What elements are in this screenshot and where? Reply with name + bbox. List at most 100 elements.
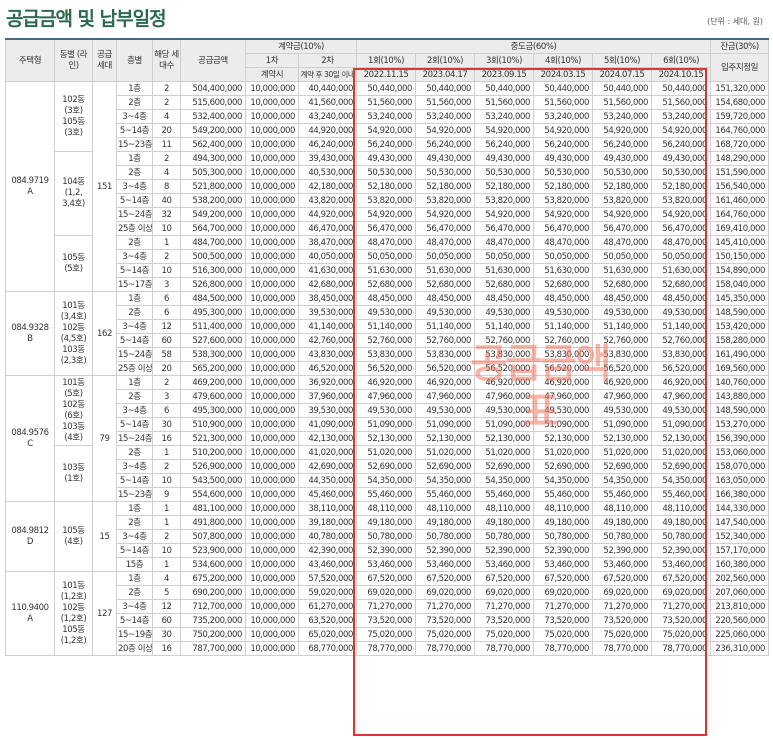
contract-2-cell: 41,630,000	[297, 263, 358, 278]
middle-payment-cell: 52,760,000	[415, 333, 476, 348]
balance-cell: 148,590,000	[710, 305, 770, 320]
supply-units-cell: 162	[92, 291, 117, 376]
contract-1-cell: 10,000,000	[245, 235, 299, 250]
header-dong: 동별 (라인)	[54, 38, 93, 82]
middle-payment-cell: 56,240,000	[356, 137, 417, 152]
middle-payment-cell: 53,460,000	[356, 557, 417, 572]
price-cell: 527,600,000	[180, 333, 246, 348]
units-cell: 60	[152, 333, 181, 348]
middle-payment-cell: 56,520,000	[474, 361, 535, 376]
floor-cell: 5~14층	[116, 333, 153, 348]
unit-type-cell: 084.9328 B	[5, 291, 55, 376]
middle-payment-cell: 46,920,000	[533, 375, 594, 390]
middle-payment-cell: 53,460,000	[651, 557, 712, 572]
units-cell: 2	[152, 249, 181, 264]
middle-payment-cell: 54,920,000	[592, 207, 653, 222]
middle-payment-cell: 53,820,000	[415, 193, 476, 208]
middle-payment-cell: 55,460,000	[651, 487, 712, 502]
header-floor: 층별	[116, 38, 153, 82]
middle-payment-cell: 54,920,000	[356, 123, 417, 138]
middle-payment-cell: 50,050,000	[474, 249, 535, 264]
price-cell: 491,800,000	[180, 515, 246, 530]
units-cell: 60	[152, 613, 181, 628]
contract-1-cell: 10,000,000	[245, 501, 299, 516]
middle-payment-cell: 75,020,000	[356, 627, 417, 642]
contract-2-cell: 63,520,000	[297, 613, 358, 628]
middle-payment-cell: 52,180,000	[533, 179, 594, 194]
contract-2-cell: 45,460,000	[297, 487, 358, 502]
header-contract-2: 2차	[297, 53, 358, 68]
units-cell: 16	[152, 431, 181, 446]
middle-payment-cell: 75,020,000	[415, 627, 476, 642]
units-cell: 6	[152, 305, 181, 320]
units-cell: 9	[152, 487, 181, 502]
middle-payment-cell: 56,470,000	[474, 221, 535, 236]
middle-payment-cell: 52,390,000	[474, 543, 535, 558]
unit-type-cell: 084.9576 C	[5, 375, 55, 502]
contract-1-cell: 10,000,000	[245, 389, 299, 404]
supply-units-cell: 79	[92, 375, 117, 502]
unit-type-cell: 084.9719 A	[5, 81, 55, 292]
units-cell: 6	[152, 403, 181, 418]
floor-cell: 3~4층	[116, 599, 153, 614]
balance-cell: 151,320,000	[710, 81, 770, 96]
floor-cell: 3~4층	[116, 179, 153, 194]
units-cell: 30	[152, 417, 181, 432]
middle-payment-cell: 78,770,000	[533, 641, 594, 656]
middle-payment-cell: 53,240,000	[474, 109, 535, 124]
balance-cell: 150,150,000	[710, 249, 770, 264]
middle-payment-cell: 52,680,000	[474, 277, 535, 292]
floor-cell: 2층	[116, 515, 153, 530]
header-contract-1-sub: 계약시	[245, 67, 299, 82]
price-cell: 549,200,000	[180, 123, 246, 138]
contract-2-cell: 46,470,000	[297, 221, 358, 236]
middle-payment-cell: 50,440,000	[474, 81, 535, 96]
middle-payment-cell: 52,390,000	[533, 543, 594, 558]
contract-1-cell: 10,000,000	[245, 151, 299, 166]
middle-payment-cell: 48,470,000	[356, 235, 417, 250]
floor-cell: 2층	[116, 165, 153, 180]
dong-cell: 105동 (4호)	[54, 501, 93, 572]
middle-payment-cell: 52,680,000	[651, 277, 712, 292]
price-cell: 562,400,000	[180, 137, 246, 152]
middle-payment-cell: 51,630,000	[533, 263, 594, 278]
contract-1-cell: 10,000,000	[245, 193, 299, 208]
units-cell: 1	[152, 445, 181, 460]
middle-payment-cell: 67,520,000	[592, 571, 653, 586]
units-cell: 30	[152, 627, 181, 642]
middle-payment-cell: 67,520,000	[415, 571, 476, 586]
contract-1-cell: 10,000,000	[245, 627, 299, 642]
middle-payment-cell: 49,530,000	[533, 403, 594, 418]
middle-payment-cell: 71,270,000	[356, 599, 417, 614]
unit-note: (단위 : 세대, 원)	[707, 17, 763, 26]
middle-payment-cell: 49,430,000	[474, 151, 535, 166]
contract-1-cell: 10,000,000	[245, 95, 299, 110]
header-middle-round-2: 2회(10%)	[415, 53, 476, 68]
middle-payment-cell: 46,920,000	[651, 375, 712, 390]
middle-payment-cell: 48,110,000	[533, 501, 594, 516]
balance-cell: 156,390,000	[710, 431, 770, 446]
contract-2-cell: 41,090,000	[297, 417, 358, 432]
middle-payment-cell: 54,920,000	[651, 207, 712, 222]
price-cell: 543,500,000	[180, 473, 246, 488]
table-row: 084.9812 D 105동 (4호) 15 1층 1 481,100,000 10,000,…	[5, 501, 770, 572]
balance-cell: 225,060,000	[710, 627, 770, 642]
balance-cell: 164,760,000	[710, 123, 770, 138]
middle-payment-cell: 67,520,000	[533, 571, 594, 586]
middle-payment-cell: 51,140,000	[356, 319, 417, 334]
middle-payment-cell: 56,240,000	[592, 137, 653, 152]
balance-cell: 220,560,000	[710, 613, 770, 628]
header-balance-sub: 입주지정일	[710, 53, 770, 82]
middle-payment-cell: 49,430,000	[592, 151, 653, 166]
middle-payment-cell: 73,520,000	[533, 613, 594, 628]
table-row: 2층 1 491,800,000 10,000,000 39,180,000 49,180…	[6, 515, 770, 530]
floor-cell: 2층	[116, 95, 153, 110]
middle-payment-cell: 52,130,000	[651, 431, 712, 446]
middle-payment-cell: 53,820,000	[533, 193, 594, 208]
price-cell: 549,200,000	[180, 207, 246, 222]
contract-1-cell: 10,000,000	[245, 599, 299, 614]
price-cell: 505,300,000	[180, 165, 246, 180]
contract-2-cell: 40,530,000	[297, 165, 358, 180]
middle-payment-cell: 54,350,000	[592, 473, 653, 488]
floor-cell: 3~4층	[116, 529, 153, 544]
